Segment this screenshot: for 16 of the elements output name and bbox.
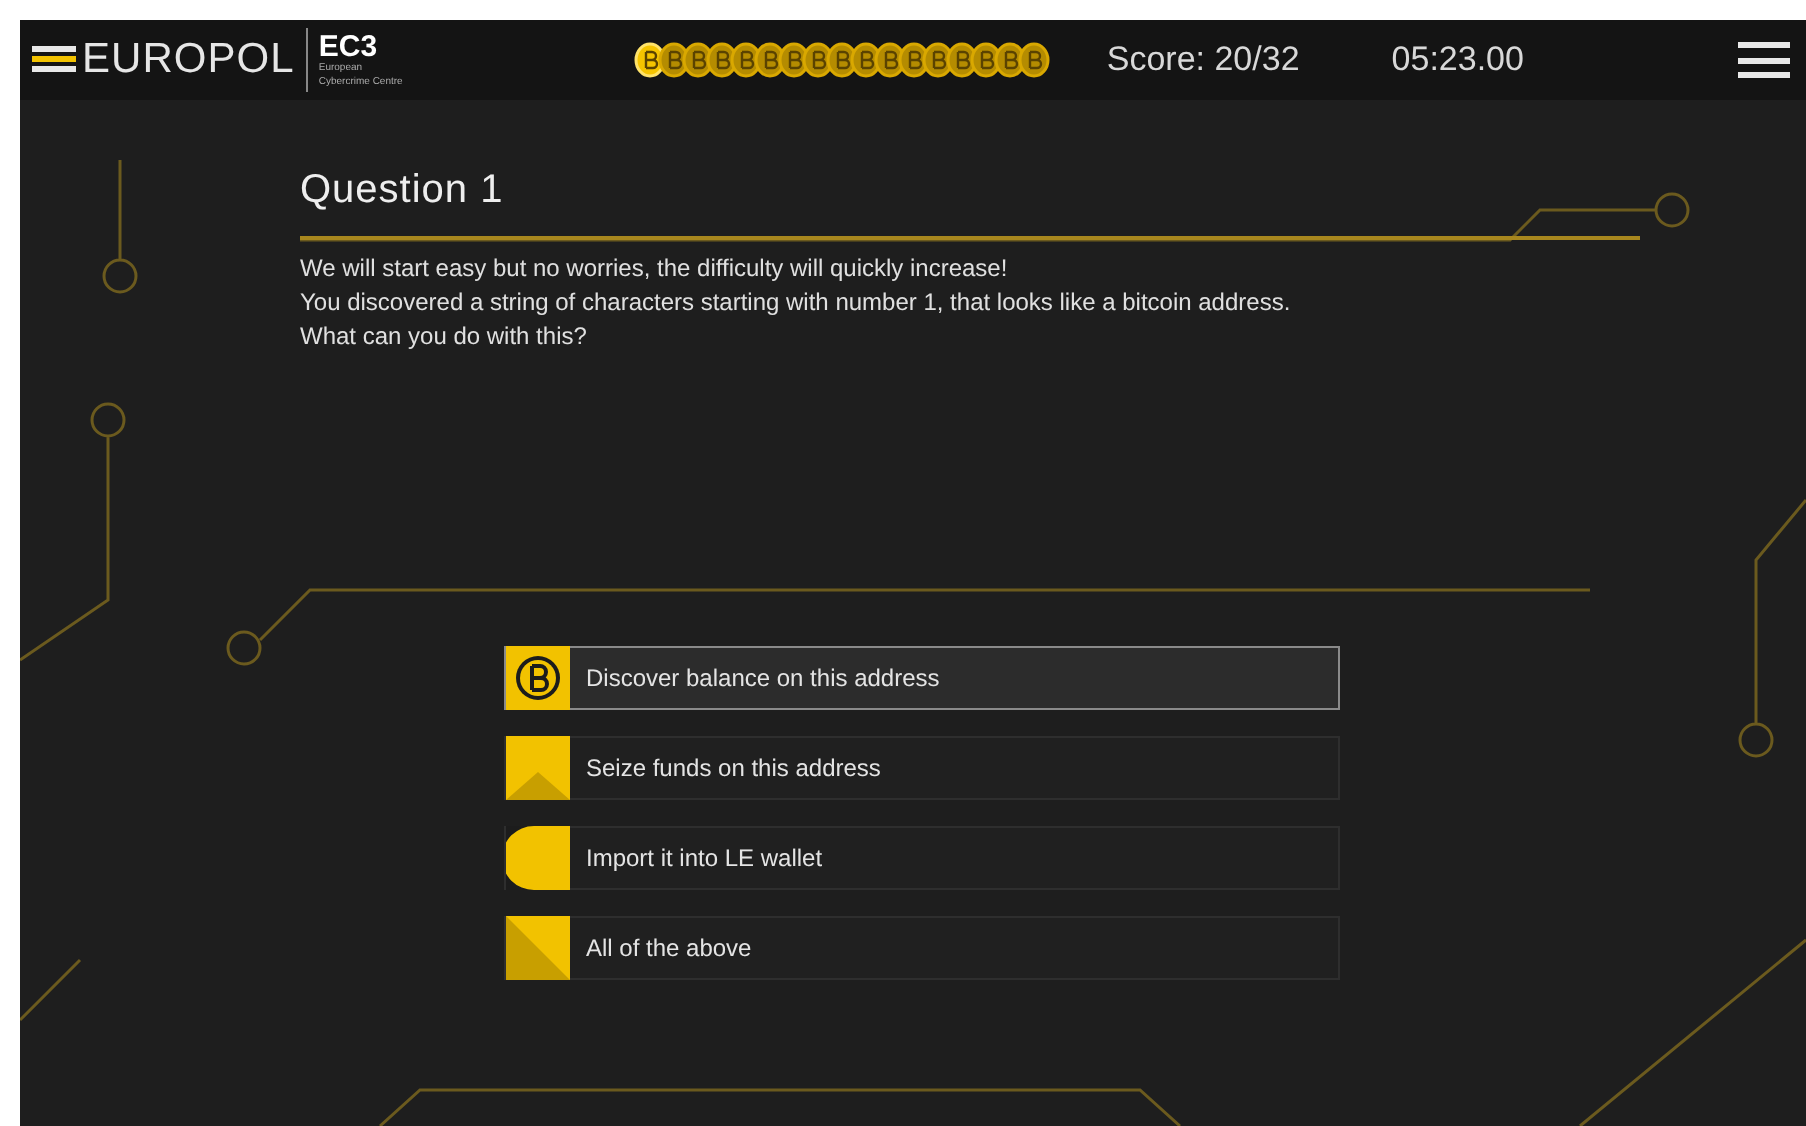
answer-option[interactable]: Discover balance on this address — [504, 646, 1340, 710]
answer-option[interactable]: Import it into LE wallet — [504, 826, 1340, 890]
question-text: You discovered a string of characters starting with number 1, that looks like a bitcoin address. — [300, 286, 1293, 320]
answer-option[interactable]: Seize funds on this address — [504, 736, 1340, 800]
score-text: Score: 20/32 — [1106, 38, 1300, 83]
logo-text: EUROPOL — [82, 34, 295, 87]
answer-option[interactable]: All of the above — [504, 916, 1340, 980]
question-text: What can you do with this? — [300, 320, 589, 354]
timer-text: 05:23.00 — [1391, 38, 1524, 83]
bitcoin-icon — [506, 646, 570, 710]
logo-icon — [32, 46, 76, 74]
ec3-logo-text: EC3 — [318, 31, 380, 61]
question-text: We will start easy but no worries, the difficulty will quickly increase! — [300, 252, 1010, 286]
diagonal-icon — [506, 916, 570, 980]
menu-button[interactable] — [1738, 38, 1790, 82]
question-title: Question 1 — [300, 166, 506, 216]
